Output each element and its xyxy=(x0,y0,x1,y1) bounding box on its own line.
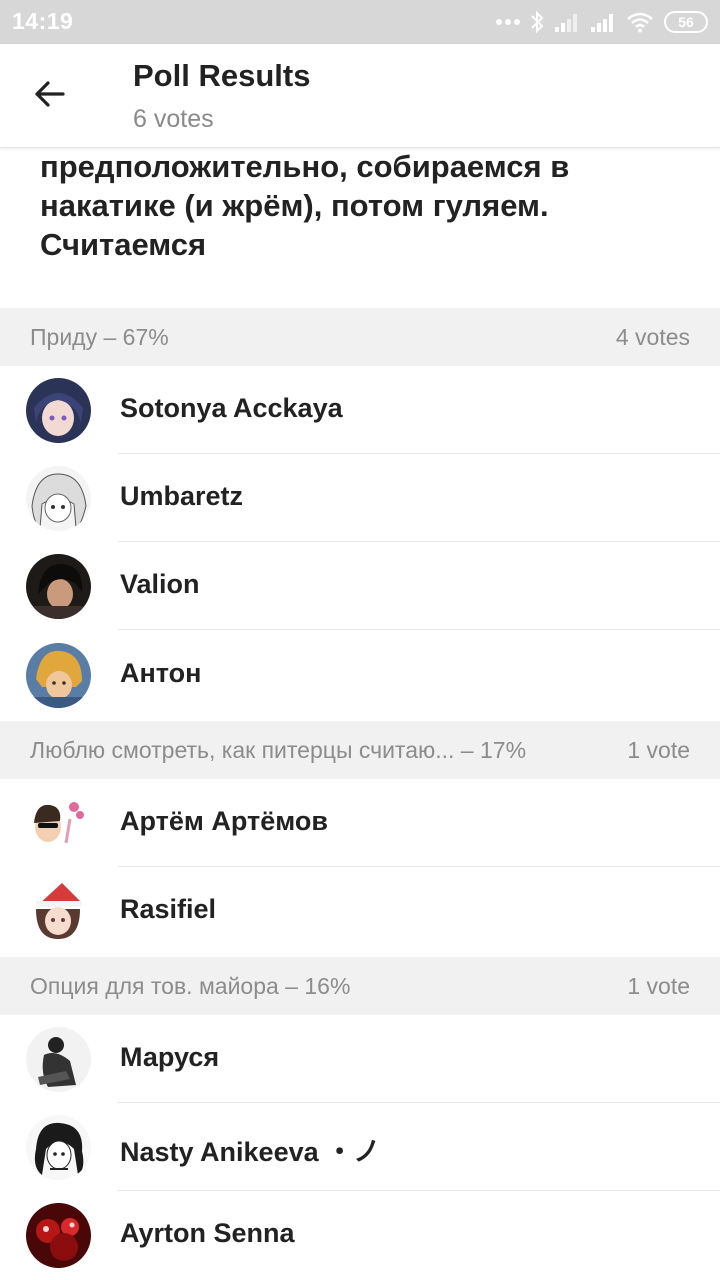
page-title: Poll Results xyxy=(133,58,311,93)
voter-name: Valion xyxy=(120,569,200,599)
voter-row[interactable]: Маруся xyxy=(0,1015,720,1103)
option-header: Приду – 67% 4 votes xyxy=(0,308,720,366)
vote-count: 6 votes xyxy=(133,105,214,133)
bluetooth-icon xyxy=(530,10,544,34)
voter-name: Sotonya Acckaya xyxy=(120,393,343,423)
voter-name: Ayrton Senna xyxy=(120,1218,295,1248)
wifi-icon xyxy=(626,11,654,33)
voter-row[interactable]: Valion xyxy=(0,542,720,630)
voter-name: Артём Артёмов xyxy=(120,806,328,836)
voter-name: Nasty Anikeeva ・ノ xyxy=(120,1137,381,1167)
avatar xyxy=(26,466,91,531)
status-bar: 14:19 56 xyxy=(0,0,720,44)
option-votes: 4 votes xyxy=(615,324,690,350)
avatar xyxy=(26,791,91,856)
voter-row[interactable]: Артём Артёмов xyxy=(0,779,720,867)
option-votes: 1 vote xyxy=(627,973,690,999)
battery-level: 56 xyxy=(678,14,694,30)
voter-row[interactable]: Sotonya Acckaya xyxy=(0,366,720,454)
status-time: 14:19 xyxy=(12,8,74,34)
poll-question-text: предположительно, собираемся в накатике … xyxy=(40,148,690,264)
voter-row[interactable]: Rasifiel xyxy=(0,867,720,955)
voter-name: Маруся xyxy=(120,1042,220,1072)
signal-icon xyxy=(554,11,580,33)
voter-name: Umbaretz xyxy=(120,481,244,511)
signal-icon xyxy=(590,11,616,33)
option-title: Опция для тов. майора – 16% xyxy=(30,973,351,999)
poll-question-body: предположительно, собираемся в накатике … xyxy=(40,149,570,262)
divider xyxy=(118,629,720,630)
avatar xyxy=(26,1027,91,1092)
voter-row[interactable]: Nasty Anikeeva ・ノ xyxy=(0,1103,720,1191)
avatar xyxy=(26,1115,91,1180)
voter-row[interactable]: Ayrton Senna xyxy=(0,1191,720,1279)
option-header: Опция для тов. майора – 16% 1 vote xyxy=(0,957,720,1015)
avatar xyxy=(26,554,91,619)
option-title: Приду – 67% xyxy=(30,324,169,350)
status-icons: 56 xyxy=(496,9,708,35)
arrow-left-icon xyxy=(33,80,65,113)
avatar xyxy=(26,378,91,443)
option-votes: 1 vote xyxy=(627,737,690,763)
avatar xyxy=(26,879,91,944)
voter-name: Антон xyxy=(120,658,202,688)
voter-name: Rasifiel xyxy=(120,894,217,924)
more-dots-icon xyxy=(496,18,520,26)
avatar xyxy=(26,643,91,708)
voter-row[interactable]: Антон xyxy=(0,631,720,719)
back-button[interactable] xyxy=(22,71,76,121)
poll-question: предположительно, собираемся в накатике … xyxy=(0,148,720,308)
app-header: Poll Results 6 votes xyxy=(0,44,720,148)
avatar xyxy=(26,1203,91,1268)
option-header: Люблю смотреть, как питерцы считаю... – … xyxy=(0,721,720,779)
voter-row[interactable]: Umbaretz xyxy=(0,454,720,542)
battery-icon: 56 xyxy=(664,11,708,33)
option-title: Люблю смотреть, как питерцы считаю... – … xyxy=(30,737,527,763)
